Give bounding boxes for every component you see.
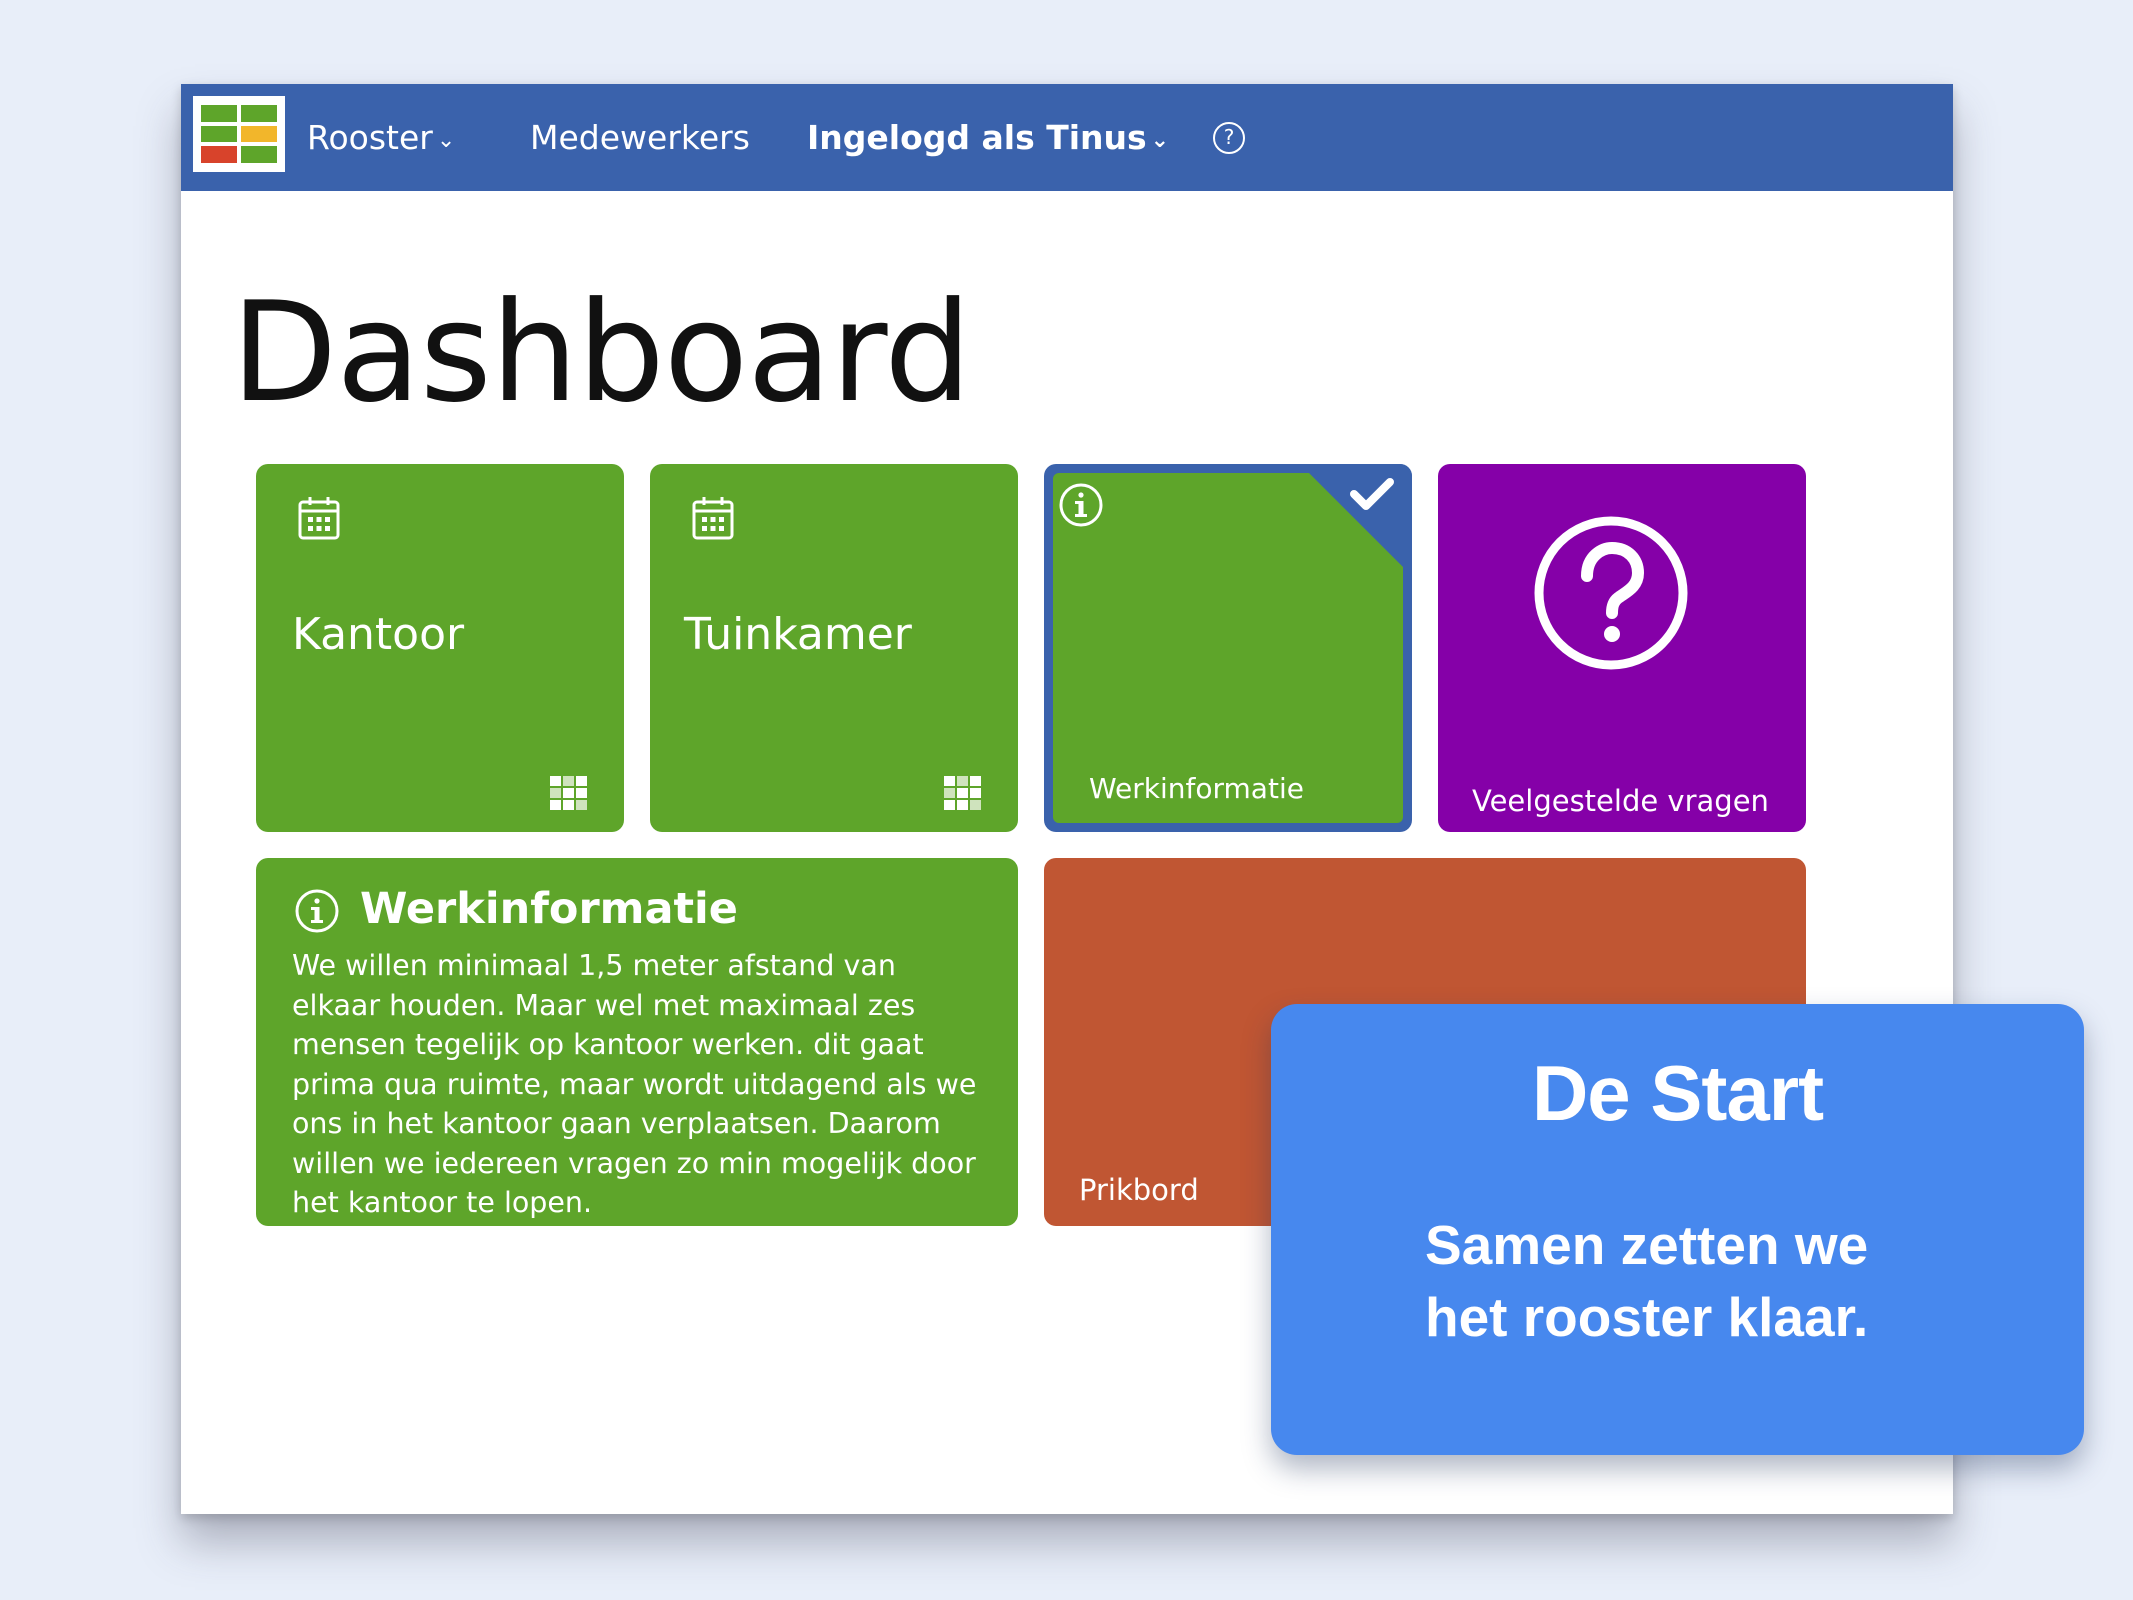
calendar-icon	[692, 497, 734, 540]
tile-kantoor-label: Kantoor	[292, 609, 465, 660]
selected-corner	[1300, 464, 1412, 576]
nav-rooster-menu[interactable]: Rooster ⌄	[307, 84, 455, 191]
tile-tuinkamer-label: Tuinkamer	[684, 609, 912, 660]
nav-user-label: Ingelogd als Tinus	[807, 118, 1147, 157]
help-icon[interactable]: ?	[1213, 122, 1245, 154]
callout-title: De Start	[1531, 1049, 1824, 1137]
nav-medewerkers-label: Medewerkers	[530, 118, 750, 157]
grid-icon	[944, 776, 981, 810]
nav-user-menu[interactable]: Ingelogd als Tinus ⌄	[807, 84, 1169, 191]
info-icon	[1059, 483, 1103, 527]
werkinformatie-panel: Werkinformatie We willen minimaal 1,5 me…	[256, 858, 1018, 1226]
chevron-down-icon: ⌄	[1150, 128, 1170, 153]
question-circle-icon	[1534, 516, 1688, 670]
rooster-grid-logo[interactable]	[193, 96, 285, 172]
grid-icon	[550, 776, 587, 810]
intro-callout-card: De Start Samen zetten we het rooster kla…	[1271, 1004, 2084, 1455]
callout-subtitle: Samen zetten we het rooster klaar.	[1425, 1209, 1985, 1353]
nav-rooster-label: Rooster	[307, 118, 433, 157]
nav-medewerkers-link[interactable]: Medewerkers	[530, 84, 750, 191]
top-navbar: Rooster ⌄ Medewerkers Ingelogd als Tinus ⌄…	[181, 84, 1953, 191]
text-line: elkaar houden. Maar wel met maximaal zes	[292, 988, 916, 1022]
text-line: willen we iedereen vragen zo min mogelij…	[292, 1146, 976, 1180]
callout-subtitle-line: het rooster klaar.	[1425, 1286, 1869, 1348]
text-line: het kantoor te lopen.	[292, 1186, 593, 1219]
chevron-down-icon: ⌄	[436, 128, 456, 153]
tile-werkinformatie-label: Werkinformatie	[1089, 772, 1304, 805]
text-line: prima qua ruimte, maar wordt uitdagend a…	[292, 1067, 977, 1101]
page-title: Dashboard	[231, 272, 972, 433]
werkinformatie-panel-text: We willen minimaal 1,5 meter afstand van…	[292, 946, 982, 1223]
tile-veelgestelde-vragen-label: Veelgestelde vragen	[1472, 784, 1769, 818]
callout-subtitle-line: Samen zetten we	[1425, 1214, 1869, 1276]
werkinformatie-panel-title: Werkinformatie	[360, 884, 738, 934]
text-line: mensen tegelijk op kantoor werken. dit g…	[292, 1028, 924, 1061]
info-icon	[295, 889, 339, 933]
tile-prikbord-label: Prikbord	[1079, 1173, 1199, 1207]
tile-veelgestelde-vragen[interactable]: Veelgestelde vragen	[1438, 464, 1806, 832]
tile-kantoor[interactable]: Kantoor	[256, 464, 624, 832]
tile-werkinformatie[interactable]: Werkinformatie	[1044, 464, 1412, 832]
tile-tuinkamer[interactable]: Tuinkamer	[650, 464, 1018, 832]
calendar-icon	[298, 497, 340, 540]
text-line: ons in het kantoor gaan verplaatsen. Daa…	[292, 1107, 941, 1140]
text-line: We willen minimaal 1,5 meter afstand van	[292, 949, 896, 982]
